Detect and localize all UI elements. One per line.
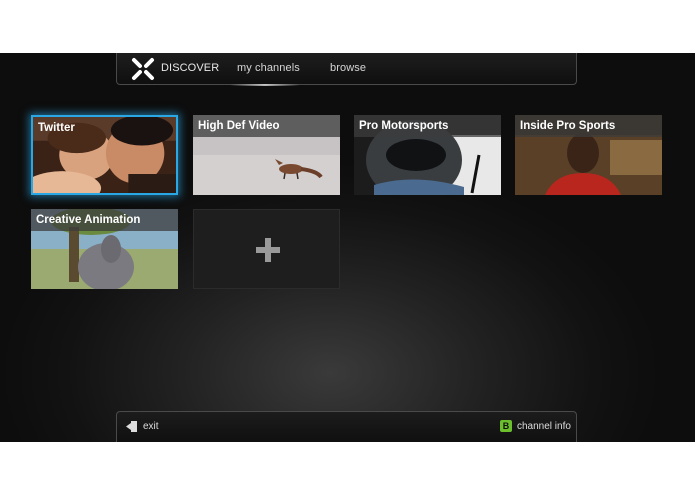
channel-title: Pro Motorsports [354, 115, 501, 137]
channel-title: Inside Pro Sports [515, 115, 662, 137]
nav-my-channels[interactable]: my channels [237, 62, 300, 74]
channel-tile-pro-motorsports[interactable]: Pro Motorsports [354, 115, 501, 195]
add-channel-tile[interactable] [193, 209, 340, 289]
channel-tile-inside-pro-sports[interactable]: Inside Pro Sports [515, 115, 662, 195]
nav-browse[interactable]: browse [330, 62, 366, 74]
channel-tile-high-def-video[interactable]: High Def Video [193, 115, 340, 195]
top-nav-bar: DISCOVER my channels browse [116, 53, 577, 85]
exit-button[interactable]: exit [143, 421, 159, 432]
channel-tile-creative-animation[interactable]: Creative Animation [31, 209, 178, 289]
channel-tile-twitter[interactable]: Twitter [31, 115, 178, 195]
exit-icon[interactable] [125, 420, 138, 433]
channel-title: Creative Animation [31, 209, 178, 231]
b-button-badge: B [500, 420, 512, 432]
x-logo-icon [132, 58, 154, 80]
nav-highlight [230, 84, 300, 86]
channel-title: Twitter [38, 122, 75, 134]
nav-discover[interactable]: DISCOVER [161, 62, 219, 74]
tv-screen: DISCOVER my channels browse Twitter High… [0, 53, 695, 442]
channel-info-button[interactable]: channel info [517, 421, 571, 432]
channel-title: High Def Video [193, 115, 340, 137]
bottom-bar: exit B channel info [116, 411, 577, 442]
plus-icon [256, 238, 280, 262]
